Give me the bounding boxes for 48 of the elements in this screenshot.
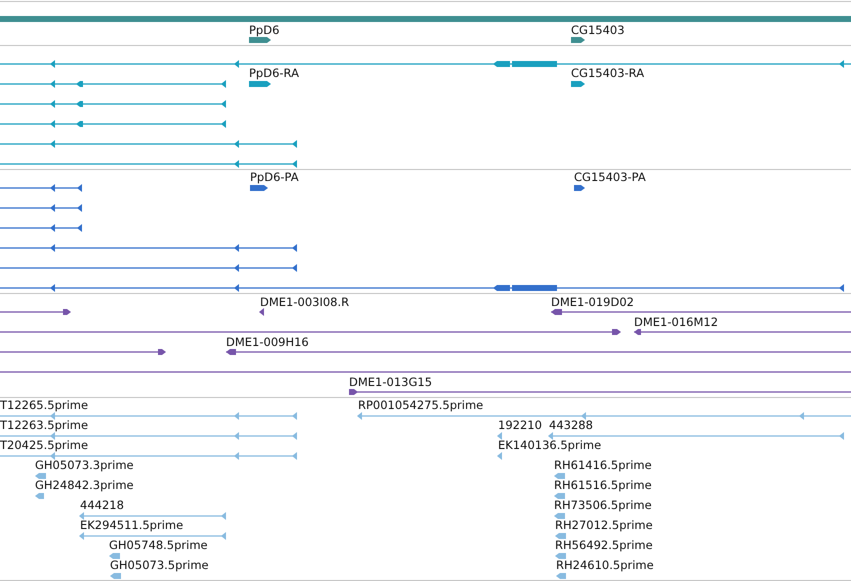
feature-label: GH05073.3prime <box>35 458 134 472</box>
feature-label: DME1-003I08.R <box>260 295 350 309</box>
feature-label: EK294511.5prime <box>80 518 184 532</box>
feature-label: RH56492.5prime <box>555 538 653 552</box>
feature-glyph <box>554 513 565 519</box>
feature-glyph <box>249 37 271 43</box>
feature-label: RP001054275.5prime <box>358 398 484 412</box>
feature-glyph <box>110 573 121 579</box>
feature-label: 443288 <box>549 418 593 432</box>
feature-glyph <box>259 308 264 316</box>
feature-label: PpD6-PA <box>250 170 299 184</box>
feature-label: RH24610.5prime <box>556 558 654 572</box>
feature-label: GH24842.3prime <box>35 478 134 492</box>
feature-glyph <box>554 493 565 499</box>
feature-glyph <box>554 473 565 479</box>
feature-label: T12263.5prime <box>0 418 88 432</box>
feature-label: CG15403-PA <box>574 170 646 184</box>
feature-glyph <box>571 81 585 87</box>
feature-label: RH61416.5prime <box>554 458 652 472</box>
feature-label: RH27012.5prime <box>555 518 653 532</box>
feature-label: PpD6-RA <box>249 66 299 80</box>
feature-glyph <box>497 452 502 460</box>
feature-glyph <box>35 493 44 499</box>
feature-glyph <box>35 473 46 479</box>
feature-label: PpD6 <box>249 23 280 37</box>
feature-label: 444218 <box>80 498 124 512</box>
feature-label: CG15403 <box>571 23 625 37</box>
feature-label: GH05073.5prime <box>110 558 209 572</box>
feature-label: CG15403-RA <box>571 66 644 80</box>
feature-label: GH05748.5prime <box>109 538 208 552</box>
feature-glyph <box>249 81 271 87</box>
feature-glyph <box>555 533 566 539</box>
feature-label: DME1-013G15 <box>349 375 432 389</box>
feature-label: DME1-016M12 <box>634 315 718 329</box>
feature-glyph <box>571 37 585 43</box>
feature-glyph <box>556 573 566 579</box>
feature-glyph <box>555 553 566 559</box>
feature-label: T12265.5prime <box>0 398 88 412</box>
feature-label: EK140136.5prime <box>498 438 602 452</box>
feature-label: DME1-019D02 <box>551 295 634 309</box>
feature-label: 192210 <box>498 418 542 432</box>
feature-glyph <box>574 185 585 191</box>
feature-glyph <box>109 553 120 559</box>
feature-label: DME1-009H16 <box>226 335 309 349</box>
feature-label: T20425.5prime <box>0 438 88 452</box>
feature-label: RH73506.5prime <box>554 498 652 512</box>
feature-glyph <box>497 432 502 440</box>
feature-label: RH61516.5prime <box>554 478 652 492</box>
